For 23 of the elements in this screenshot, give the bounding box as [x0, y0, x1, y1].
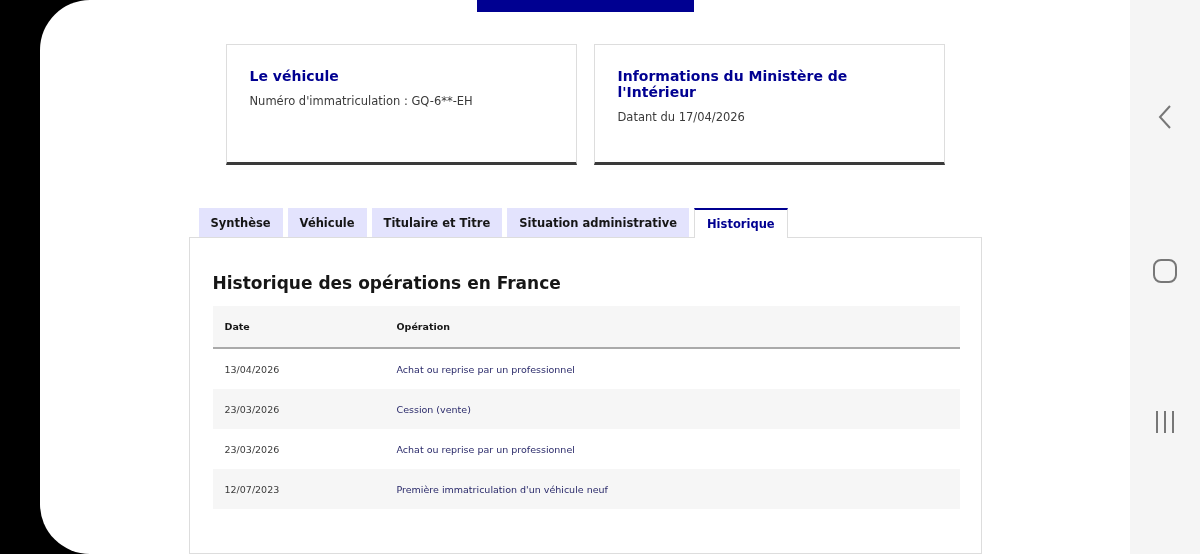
date-cell-text: 13/04/2026 [223, 363, 281, 375]
date-cell-text: 23/03/2026 [223, 443, 281, 455]
card-title: Le véhicule [249, 68, 340, 84]
tab[interactable]: Historique [694, 208, 788, 238]
card-text: Numéro d'immatriculation : GQ-6**-EH [249, 94, 474, 108]
tab[interactable]: Situation administrative [507, 208, 689, 237]
card-text: Datant du 17/04/2026 [617, 110, 746, 124]
tab[interactable]: Synthèse [198, 208, 283, 237]
column-header: Opération [396, 321, 451, 332]
tab[interactable]: Véhicule [287, 208, 367, 237]
date-cell-text: 12/07/2023 [223, 483, 281, 495]
back-icon[interactable] [1158, 105, 1172, 129]
recent-apps-icon[interactable] [1154, 411, 1176, 433]
operation-cell-text: Première immatriculation d'un véhicule neuf [396, 483, 609, 495]
section-title: Historique des opérations en France [212, 273, 562, 293]
operation-cell-text: Achat ou reprise par un professionnel [396, 443, 576, 455]
operation-cell-text: Achat ou reprise par un professionnel [396, 363, 576, 375]
date-cell-text: 23/03/2026 [223, 403, 281, 415]
home-icon[interactable] [1153, 259, 1177, 283]
column-header: Date [223, 321, 251, 332]
operation-cell-text: Cession (vente) [396, 403, 472, 415]
tab[interactable]: Titulaire et Titre [371, 208, 503, 237]
card-title: Informations du Ministère de l'Intérieur [617, 68, 849, 100]
